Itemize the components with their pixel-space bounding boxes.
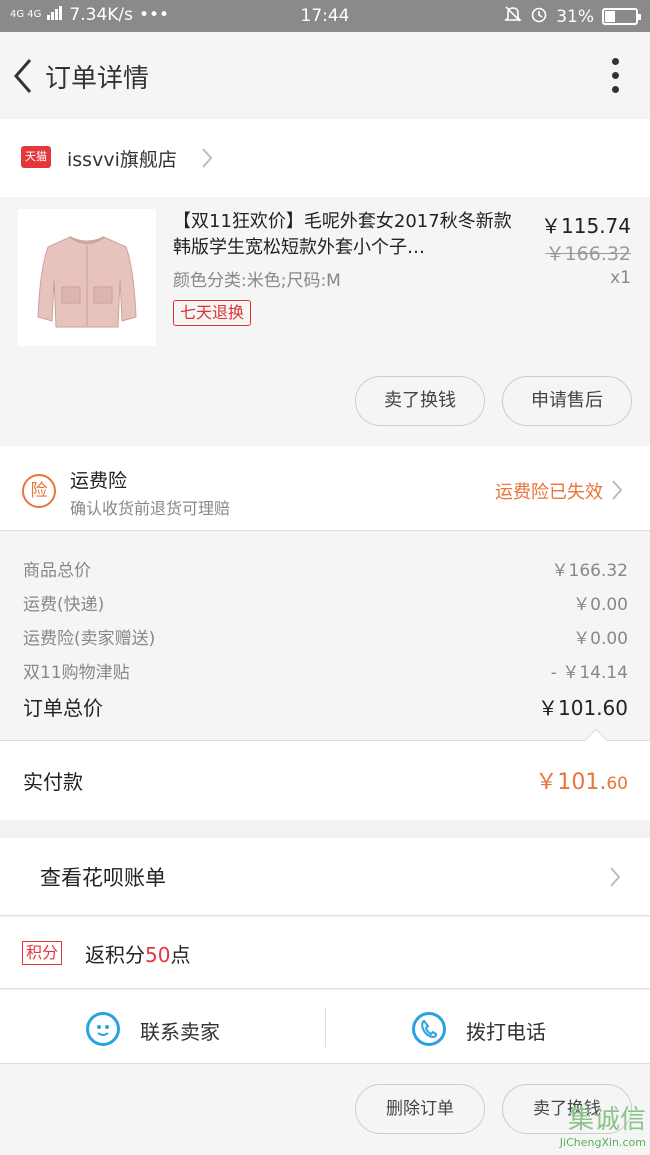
order-total-value: ￥101.60 (538, 696, 628, 720)
after-sales-button[interactable]: 申请售后 (502, 376, 632, 426)
order-total-row: 订单总价 ￥101.60 (23, 692, 628, 721)
phone-icon (412, 1012, 446, 1046)
more-options-icon[interactable] (612, 58, 620, 94)
product-image[interactable] (18, 209, 156, 346)
insurance-status: 运费险已失效 (495, 482, 603, 503)
row-value: ￥0.00 (573, 629, 628, 649)
sell-for-cash-button[interactable]: 卖了换钱 (355, 376, 485, 426)
contact-bar: 联系卖家 拨打电话 (0, 990, 650, 1064)
contact-seller-label: 联系卖家 (140, 1020, 220, 1044)
list-item: 运费险(卖家赠送) ￥0.00 (23, 624, 628, 649)
alarm-icon (530, 5, 548, 28)
tmall-icon: 天猫 (21, 146, 51, 168)
row-value: - ￥14.14 (550, 663, 628, 683)
insurance-subtitle: 确认收货前退货可理赔 (70, 499, 231, 518)
chat-icon (86, 1012, 120, 1046)
row-label: 运费(快递) (23, 595, 105, 615)
huabei-bill-link[interactable]: 查看花呗账单 (0, 838, 650, 916)
delete-order-button[interactable]: 删除订单 (355, 1084, 485, 1134)
mute-icon (504, 5, 523, 28)
contact-seller-button[interactable]: 联系卖家 (0, 990, 325, 1064)
points-text: 返积分50点 (85, 943, 191, 967)
actual-payment-amount: ￥101.60 (535, 770, 628, 795)
chevron-right-icon (610, 867, 621, 887)
row-value: ￥0.00 (573, 595, 628, 615)
return-policy-badge: 七天退换 (173, 300, 252, 326)
product-item[interactable]: 【双11狂欢价】毛呢外套女2017秋冬新款韩版学生宽松短款外套小个子… 颜色分类… (0, 197, 650, 446)
list-item: 双11购物津贴 - ￥14.14 (23, 658, 628, 683)
battery-percent: 31% (556, 6, 594, 27)
order-total-label: 订单总价 (23, 696, 103, 720)
product-price: ￥115.74 (541, 214, 631, 238)
list-item: 商品总价 ￥166.32 (23, 556, 628, 581)
shipping-insurance-row[interactable]: 险 运费险 确认收货前退货可理赔 运费险已失效 (0, 446, 650, 531)
list-item: 运费(快递) ￥0.00 (23, 590, 628, 615)
insurance-icon: 险 (22, 474, 56, 508)
price-breakdown: 商品总价 ￥166.32 运费(快递) ￥0.00 运费险(卖家赠送) ￥0.0… (0, 531, 650, 740)
call-phone-button[interactable]: 拨打电话 (326, 990, 650, 1064)
call-phone-label: 拨打电话 (466, 1020, 546, 1044)
row-label: 双11购物津贴 (23, 663, 130, 683)
row-label: 运费险(卖家赠送) (23, 629, 156, 649)
actual-payment-row: 实付款 ￥101.60 (0, 728, 650, 820)
product-sku: 颜色分类:米色;尺码:M (173, 271, 341, 291)
back-arrow-icon[interactable] (8, 56, 38, 96)
product-quantity: x1 (610, 268, 631, 288)
actual-payment-label: 实付款 (23, 770, 83, 794)
row-value: ￥166.32 (551, 561, 628, 581)
bottom-action-bar: 删除订单 卖了换钱 (0, 1065, 650, 1155)
huabei-label: 查看花呗账单 (40, 866, 166, 890)
status-bar: 4G 4G 7.34K/s ••• 17:44 31% (0, 0, 650, 32)
points-icon: 积分 (22, 941, 63, 965)
points-row: 积分 返积分50点 (0, 917, 650, 989)
row-label: 商品总价 (23, 561, 91, 581)
chevron-right-icon (612, 480, 623, 500)
shop-row[interactable]: 天猫 issvvi旗舰店 (0, 119, 650, 197)
product-title: 【双11狂欢价】毛呢外套女2017秋冬新款韩版学生宽松短款外套小个子… (173, 211, 512, 258)
app-header: 订单详情 (0, 32, 650, 118)
original-price: ￥166.32 (545, 243, 631, 265)
insurance-title: 运费险 (70, 470, 128, 492)
page-title: 订单详情 (45, 64, 150, 94)
watermark: 集诚信 JiChengXin.com (559, 1105, 646, 1149)
battery-icon (602, 8, 641, 25)
chevron-right-icon (202, 148, 213, 168)
shop-name: issvvi旗舰店 (67, 149, 177, 171)
